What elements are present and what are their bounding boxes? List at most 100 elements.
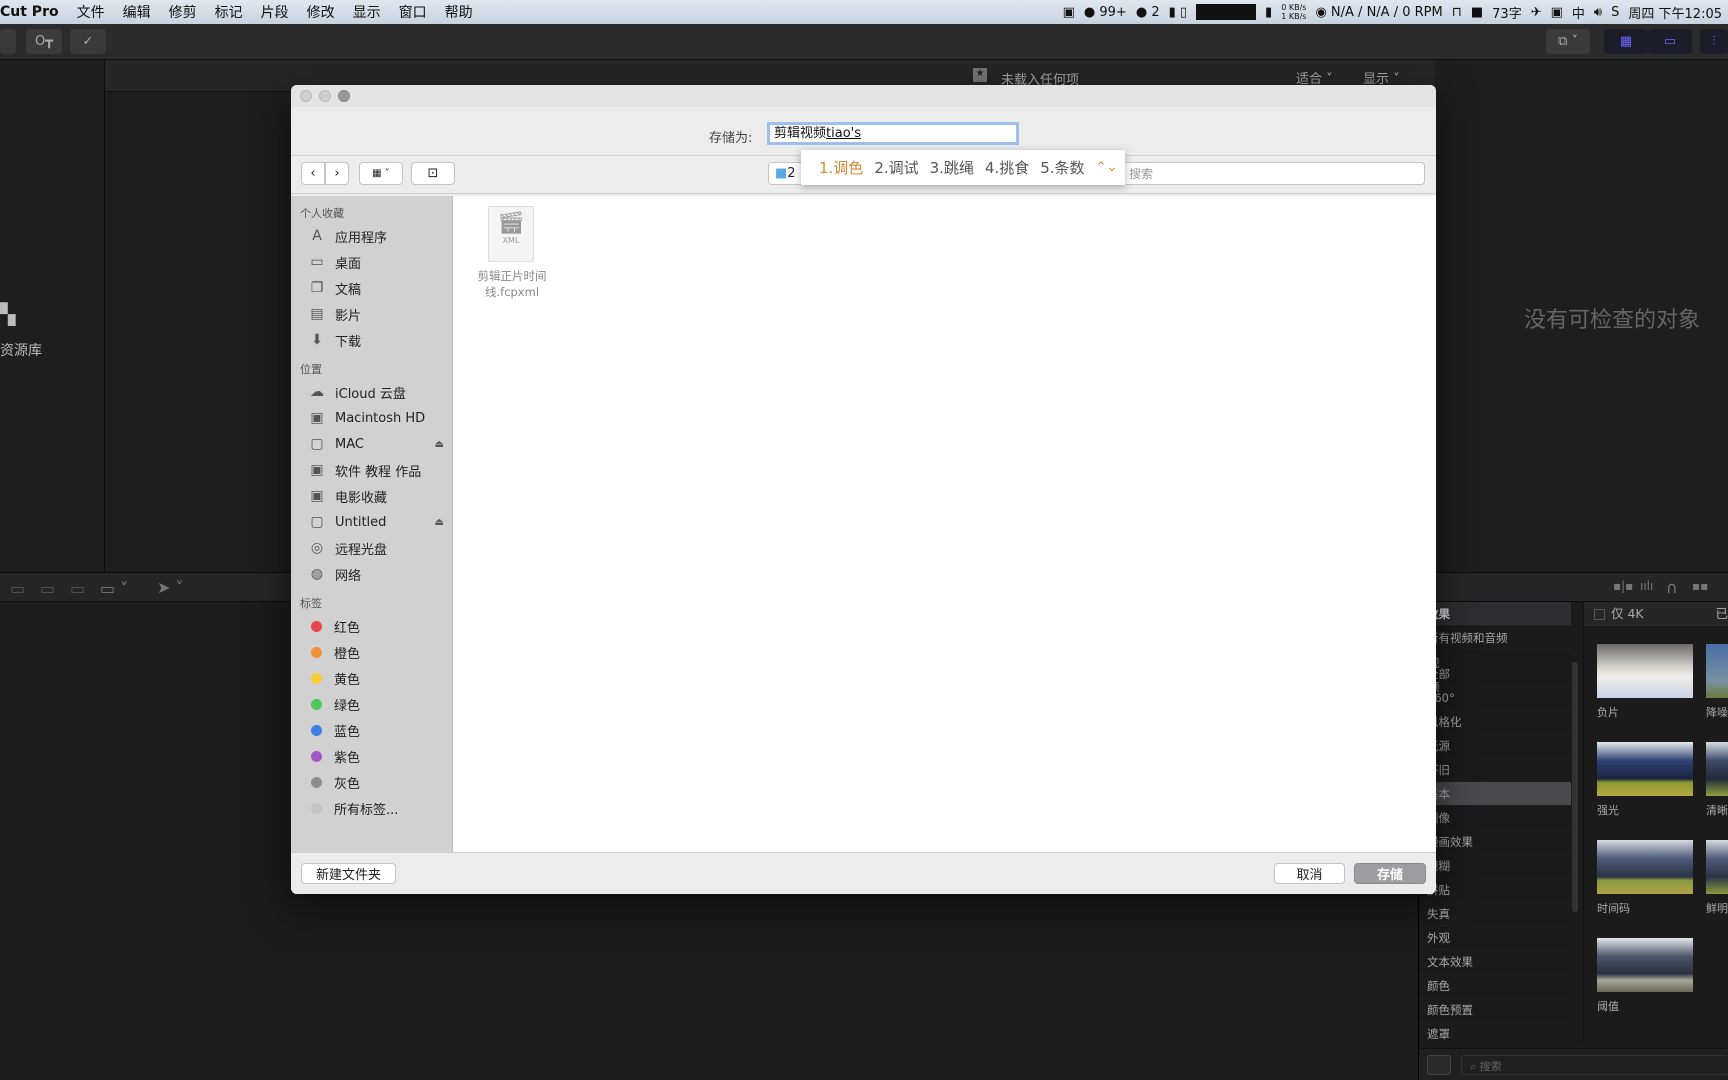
save-button[interactable]: 存储 [1354, 863, 1426, 884]
effect-thumb-threshold[interactable] [1597, 938, 1693, 992]
check-icon[interactable]: ✓ [70, 29, 106, 54]
category-item-selected[interactable]: 基本 [1419, 782, 1571, 806]
category-item[interactable]: 风格化 [1419, 710, 1571, 734]
sidebar-tag-purple[interactable]: 紫色 [291, 743, 452, 769]
sidebar-tag-blue[interactable]: 蓝色 [291, 717, 452, 743]
effect-thumb-negative[interactable] [1597, 644, 1693, 698]
insert-icon[interactable]: ▭ [40, 579, 55, 598]
menu-view[interactable]: 显示 [344, 2, 390, 22]
menu-modify[interactable]: 修改 [298, 2, 344, 22]
sidebar-item-network[interactable]: ◍ 网络 [291, 561, 452, 587]
sidebar-tag-yellow[interactable]: 黄色 [291, 665, 452, 691]
connect-icon[interactable]: ▭ [70, 579, 85, 598]
ime-candidate[interactable]: 1.调色 [819, 157, 863, 178]
view-mode-button[interactable]: ▦ ˅ [359, 162, 403, 185]
timeline-toggle-icon[interactable]: ▭ [1648, 29, 1692, 54]
effect-thumb-sharpen[interactable] [1706, 742, 1728, 796]
category-item[interactable]: 颜色预置 [1419, 998, 1571, 1022]
sidebar-item-macintosh-hd[interactable]: ▣ Macintosh HD [291, 405, 452, 431]
memory-meter[interactable]: ▮ ▯ [1169, 5, 1187, 20]
menu-file[interactable]: 文件 [68, 2, 114, 22]
cancel-button[interactable]: 取消 [1274, 863, 1345, 884]
save-as-input[interactable]: 剪辑视频tiao's [767, 122, 1019, 145]
sidebar-item-remote-disc[interactable]: ◎ 远程光盘 [291, 535, 452, 561]
ime-candidate[interactable]: 2.调试 [874, 157, 918, 178]
category-item[interactable]: 图像 [1419, 806, 1571, 830]
volume-icon[interactable]: 🔊︎ [1594, 5, 1602, 20]
sidebar-item-movie-collection[interactable]: ▣ 电影收藏 [291, 483, 452, 509]
s-app-icon[interactable]: S [1611, 5, 1619, 20]
sidebar-item-software[interactable]: ▣ 软件 教程 作品 [291, 457, 452, 483]
ime-indicator[interactable]: 中 [1572, 3, 1585, 22]
close-button[interactable] [300, 90, 312, 102]
library-icon[interactable]: ▚ [0, 302, 15, 326]
back-button[interactable]: ‹ [301, 162, 325, 185]
fan-status[interactable]: ◉ N/A / N/A / 0 RPM [1315, 5, 1442, 20]
expand-candidates-icon[interactable]: ⌃⌄ [1096, 160, 1118, 175]
sidebar-all-tags[interactable]: 所有标签... [291, 795, 452, 821]
menu-trim[interactable]: 修剪 [160, 2, 206, 22]
category-item[interactable]: 360° [1419, 686, 1571, 710]
ime-candidate[interactable]: 3.跳绳 [930, 157, 974, 178]
headphones-icon[interactable]: ∩ [1666, 578, 1678, 597]
ime-candidate[interactable]: 4.挑食 [985, 157, 1029, 178]
menu-edit[interactable]: 编辑 [114, 2, 160, 22]
zoom-button[interactable] [338, 90, 350, 102]
effects-search-input[interactable]: ⌕ 搜索 [1461, 1055, 1728, 1075]
sidebar-item-downloads[interactable]: ⬇ 下载 [291, 327, 452, 353]
eject-icon[interactable]: ⏏ [435, 517, 444, 528]
sidebar-tag-green[interactable]: 绿色 [291, 691, 452, 717]
browser-toggle-icon[interactable]: ▦ [1604, 29, 1648, 54]
import-button[interactable] [0, 29, 16, 54]
sidebar-item-movies[interactable]: ▤ 影片 [291, 301, 452, 327]
effect-thumb-hard-light[interactable] [1597, 742, 1693, 796]
menu-window[interactable]: 窗口 [390, 2, 436, 22]
category-item[interactable]: 拼贴 [1419, 878, 1571, 902]
menu-mark[interactable]: 标记 [206, 2, 252, 22]
eject-icon[interactable]: ⏏ [435, 439, 444, 450]
category-item[interactable]: 所有视频和音频 [1419, 626, 1571, 650]
inspector-toggle-icon[interactable]: ⫶ [1700, 29, 1728, 54]
sidebar-item-documents[interactable]: ❐ 文稿 [291, 275, 452, 301]
search-input[interactable]: 搜索 [1118, 162, 1425, 185]
cat-icon[interactable]: ■ [1471, 5, 1483, 20]
keynote-icon[interactable]: ⊓ [1452, 5, 1462, 20]
snapping-icon[interactable]: ▪▪ [1692, 579, 1708, 593]
category-item[interactable]: 失真 [1419, 902, 1571, 926]
sidebar-item-applications[interactable]: A 应用程序 [291, 223, 452, 249]
ssd-meter[interactable]: ▮ [1265, 5, 1272, 20]
category-item[interactable]: 漫画效果 [1419, 830, 1571, 854]
sidebar-tag-gray[interactable]: 灰色 [291, 769, 452, 795]
category-item[interactable]: 全部 [1419, 662, 1571, 686]
effect-thumb-vivid[interactable] [1706, 840, 1728, 894]
sidebar-toggle-icon[interactable] [1427, 1055, 1451, 1075]
menu-clip[interactable]: 片段 [252, 2, 298, 22]
new-folder-button[interactable]: 新建文件夹 [301, 863, 396, 884]
category-item[interactable]: 颜色 [1419, 974, 1571, 998]
skimming-icon[interactable]: ▪|▪ [1613, 579, 1633, 593]
effect-thumb-noise-reduction[interactable] [1706, 644, 1728, 698]
audio-skimming-icon[interactable]: ıılı [1640, 579, 1653, 593]
category-item[interactable]: 光源 [1419, 734, 1571, 758]
effect-thumb-timecode[interactable] [1597, 840, 1693, 894]
bird-icon[interactable]: ✈ [1531, 5, 1542, 20]
mic-icon[interactable]: ▣ [1551, 5, 1563, 20]
qq-icon[interactable]: ● 99+ [1084, 5, 1127, 20]
select-tool-icon[interactable]: ➤ ˅ [157, 578, 184, 597]
forward-button[interactable]: › [325, 162, 349, 185]
camera-icon[interactable]: ▣ [1063, 5, 1075, 20]
key-icon[interactable]: O┳ [26, 29, 62, 54]
sidebar-item-desktop[interactable]: ▭ 桌面 [291, 249, 452, 275]
menu-app[interactable]: Cut Pro [0, 4, 68, 20]
menu-help[interactable]: 帮助 [436, 2, 482, 22]
wechat-icon[interactable]: ● 2 [1136, 5, 1160, 20]
sidebar-item-mac[interactable]: ▢ MAC ⏏ [291, 431, 452, 457]
workspace-menu-button[interactable]: ⧉ ˅ [1546, 29, 1590, 54]
category-item[interactable]: 文本效果 [1419, 950, 1571, 974]
category-item[interactable]: 模糊 [1419, 854, 1571, 878]
network-speed[interactable]: 0 KB/s 1 KB/s [1281, 3, 1306, 21]
sidebar-tag-orange[interactable]: 橙色 [291, 639, 452, 665]
category-item[interactable]: 遮罩 [1419, 1022, 1571, 1042]
only-4k-checkbox[interactable] [1594, 609, 1605, 620]
ime-candidate[interactable]: 5.条数 [1040, 157, 1084, 178]
